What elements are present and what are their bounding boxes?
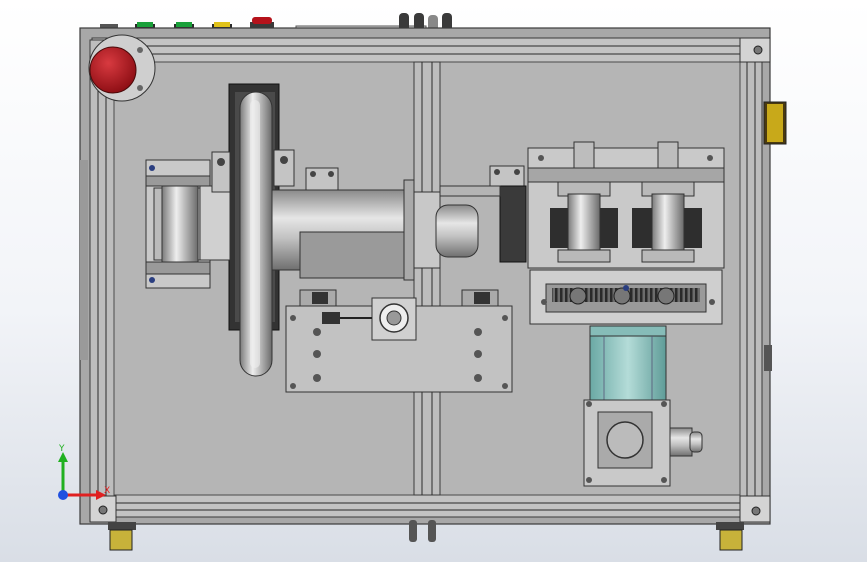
axis-label-x: X xyxy=(104,486,110,496)
assembly-drawing: Y X xyxy=(58,13,787,551)
sensor-mount-plate xyxy=(285,289,513,393)
emergency-stop-icon[interactable] xyxy=(88,34,156,102)
axis-label-y: Y xyxy=(58,444,65,454)
roller-assembly xyxy=(527,141,725,325)
cad-viewport[interactable]: Y X xyxy=(0,0,867,562)
